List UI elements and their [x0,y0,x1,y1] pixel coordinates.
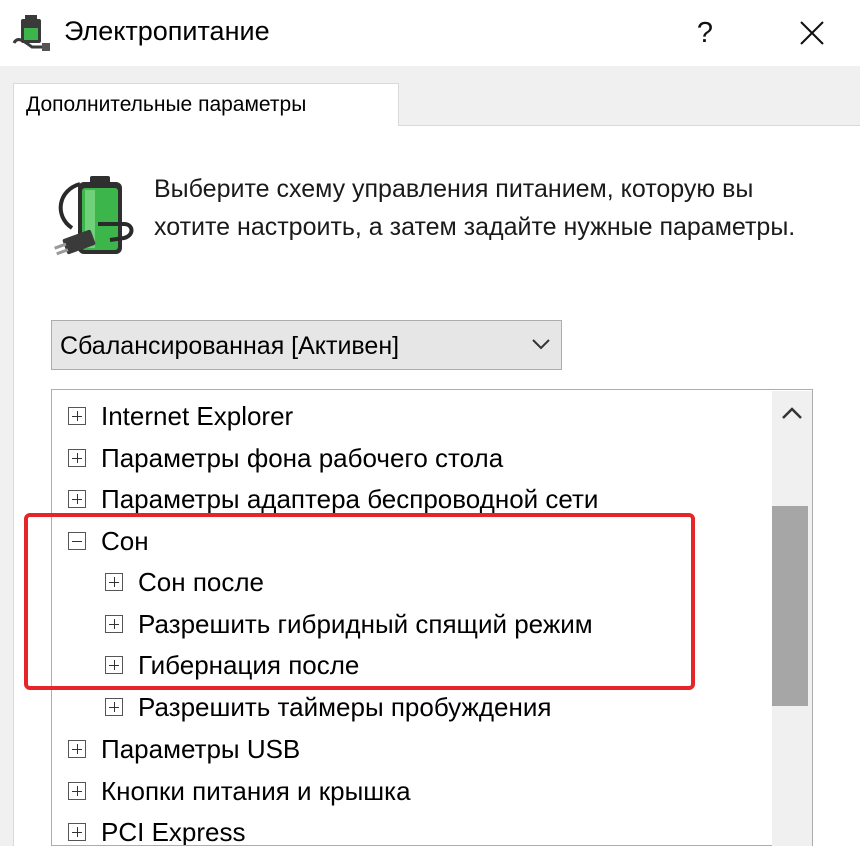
power-options-icon [12,15,50,51]
expand-icon[interactable] [68,449,86,467]
tree-item-label: PCI Express [101,817,246,846]
expand-icon[interactable] [68,823,86,841]
scrollbar-thumb[interactable] [772,506,808,706]
expand-icon[interactable] [105,698,123,716]
expand-icon[interactable] [68,490,86,508]
title-bar: Электропитание ? [0,0,860,66]
tree-item-label: Параметры фона рабочего стола [101,443,504,473]
battery-plug-icon [54,176,134,256]
expand-icon[interactable] [68,740,86,758]
tree-item-label: Кнопки питания и крышка [101,776,411,806]
tree-item-label: Internet Explorer [101,401,294,431]
tree-item-label: Параметры адаптера беспроводной сети [101,484,599,514]
close-icon[interactable] [786,8,838,58]
power-plan-value: Сбалансированная [Активен] [60,332,400,360]
instruction-text: Выберите схему управления питанием, кото… [154,175,796,241]
chevron-down-icon[interactable] [530,333,552,355]
tree-item-label: Разрешить таймеры пробуждения [138,692,552,722]
power-plan-dropdown[interactable]: Сбалансированная [Активен] [51,320,562,370]
tab-advanced-settings[interactable]: Дополнительные параметры [13,83,399,126]
chevron-up-icon[interactable] [776,398,808,430]
tree-item-label: Параметры USB [101,734,301,764]
expand-icon[interactable] [68,407,86,425]
help-button[interactable]: ? [680,8,730,58]
expand-icon[interactable] [68,782,86,800]
window-title: Электропитание [64,16,270,46]
highlight-frame [24,513,695,690]
